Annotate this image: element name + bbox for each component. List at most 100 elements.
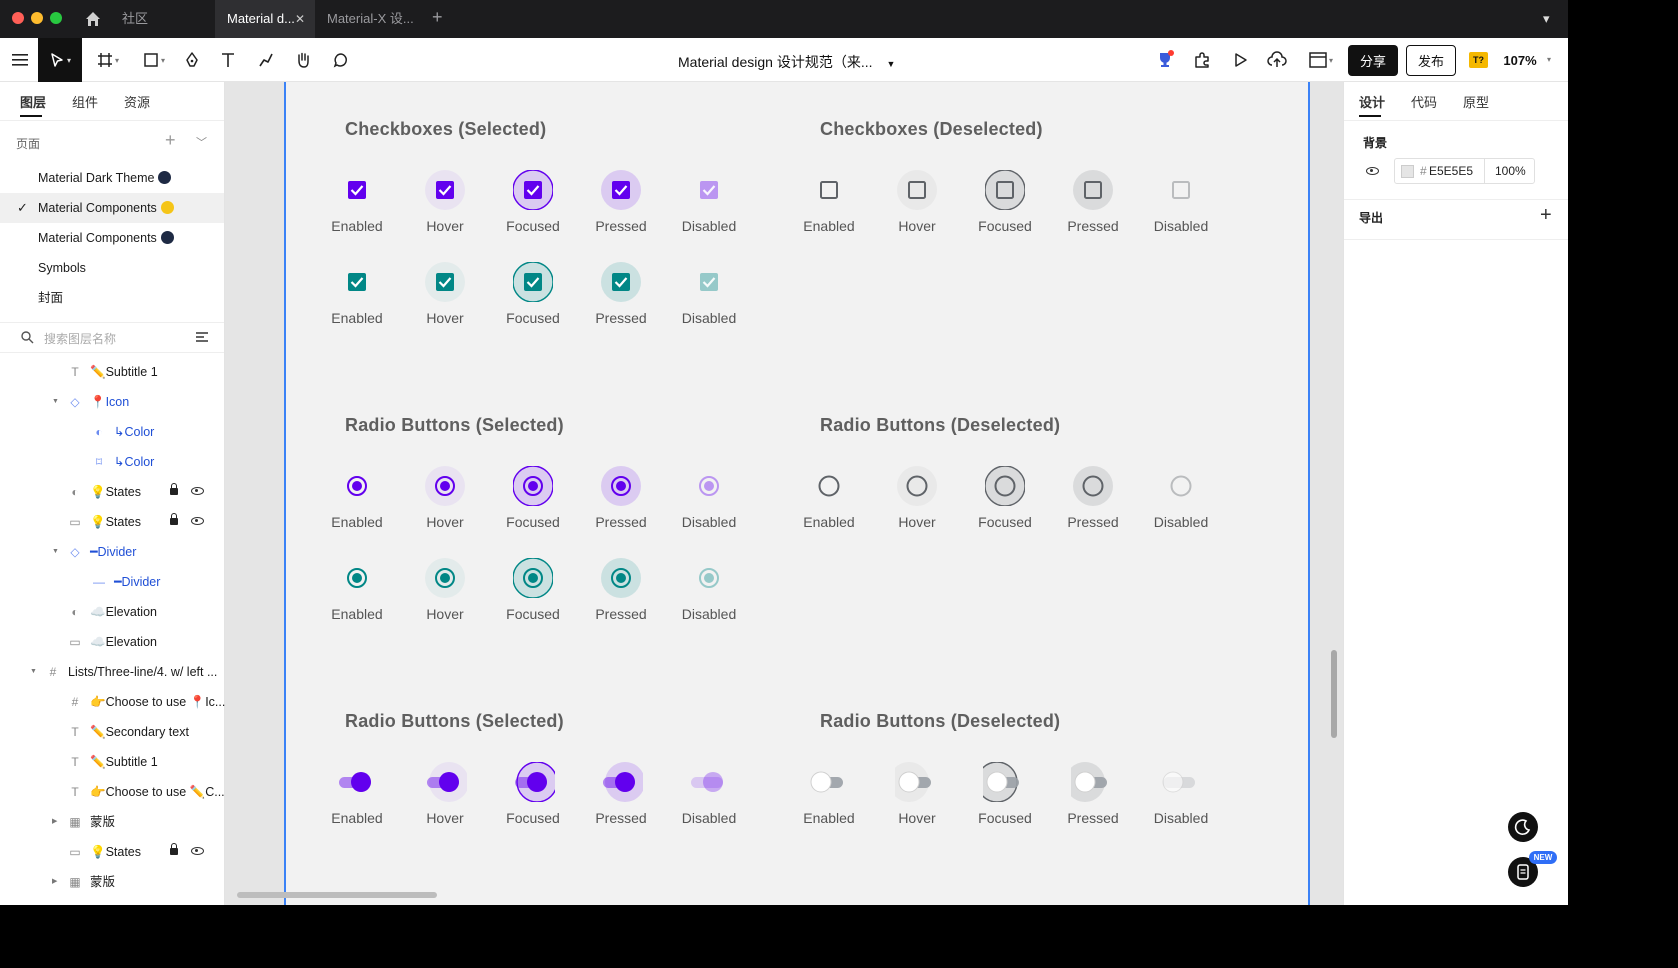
expand-toggle-icon[interactable]: ▶ (52, 807, 57, 837)
switch-off-enabled[interactable] (807, 762, 851, 802)
layer-row[interactable]: T ✏️Subtitle 1 (0, 747, 224, 777)
share-button[interactable]: 分享 (1348, 45, 1398, 76)
new-tab-button[interactable]: + (432, 7, 443, 28)
add-export-icon[interactable]: + (1540, 204, 1552, 227)
checkbox-on-focused[interactable] (513, 262, 553, 302)
upload-cloud-icon[interactable] (1266, 38, 1288, 82)
add-page-icon[interactable]: + (165, 130, 176, 151)
close-window-button[interactable] (12, 12, 24, 24)
lock-icon[interactable] (170, 483, 178, 495)
radio-on-focused[interactable] (513, 558, 553, 598)
eye-icon[interactable] (191, 487, 204, 495)
maximize-window-button[interactable] (50, 12, 62, 24)
frame-tool-button[interactable]: ▾ (92, 38, 124, 82)
color-swatch[interactable] (1401, 165, 1414, 178)
layer-row[interactable]: T ✏️Subtitle 1 (0, 357, 224, 387)
layer-row[interactable]: T 👉Choose to use ✏️C... (0, 777, 224, 807)
window-menu-icon[interactable]: ▾ (1543, 11, 1550, 27)
close-tab-icon[interactable]: ✕ (295, 0, 305, 38)
checkbox-off-disabled[interactable] (1161, 170, 1201, 210)
radio-on-pressed[interactable] (601, 558, 641, 598)
canvas[interactable]: Checkboxes (Selected) Enabled Hover Focused… (225, 82, 1343, 905)
checkbox-on-disabled[interactable] (689, 262, 729, 302)
layer-row[interactable]: — ━Divider (0, 567, 224, 597)
layer-row[interactable]: ◐ ↳Color (0, 417, 224, 447)
minimize-window-button[interactable] (31, 12, 43, 24)
radio-on-hover[interactable] (425, 558, 465, 598)
publish-button[interactable]: 发布 (1406, 45, 1456, 76)
tab-material-design[interactable]: Material d... ✕ (215, 0, 315, 38)
pencil-tool-button[interactable] (254, 38, 278, 82)
comment-tool-button[interactable] (329, 38, 353, 82)
layer-row[interactable]: ▭ 💡States (0, 837, 224, 867)
tab-material-x[interactable]: Material-X 设... (315, 0, 425, 38)
switch-on-pressed[interactable] (599, 762, 643, 802)
switch-on-hover[interactable] (423, 762, 467, 802)
layer-row[interactable]: # 👉Choose to use 📍Ic... (0, 687, 226, 717)
radio-on-enabled[interactable] (337, 558, 377, 598)
tab-layers[interactable]: 图层 (20, 92, 46, 111)
vertical-scrollbar[interactable] (1331, 650, 1337, 738)
tab-assets[interactable]: 资源 (124, 92, 150, 111)
checkbox-on-enabled[interactable] (337, 170, 377, 210)
radio-on-disabled[interactable] (689, 558, 729, 598)
filter-icon[interactable] (195, 331, 209, 346)
radio-on-disabled[interactable] (689, 466, 729, 506)
document-title[interactable]: Material design 设计规范（来... ▼ (678, 52, 895, 72)
layout-panel-button[interactable]: ▾ (1304, 38, 1338, 82)
switch-off-focused[interactable] (983, 762, 1027, 802)
horizontal-scrollbar[interactable] (237, 892, 437, 898)
layer-row[interactable]: ▼ ◇ ━Divider (0, 537, 224, 567)
radio-off-pressed[interactable] (1073, 466, 1113, 506)
shape-tool-button[interactable]: ▾ (138, 38, 170, 82)
checkbox-on-focused[interactable] (513, 170, 553, 210)
radio-off-hover[interactable] (897, 466, 937, 506)
layer-row[interactable]: ◐ 💡States (0, 477, 224, 507)
eye-icon[interactable] (191, 847, 204, 855)
play-icon[interactable] (1229, 38, 1251, 82)
eye-icon[interactable] (1366, 167, 1379, 175)
tab-community[interactable]: 社区 (110, 0, 215, 38)
lock-icon[interactable] (170, 513, 178, 525)
checkbox-on-enabled[interactable] (337, 262, 377, 302)
expand-toggle-icon[interactable]: ▼ (30, 657, 37, 687)
hand-tool-button[interactable] (291, 38, 315, 82)
expand-toggle-icon[interactable]: ▼ (52, 387, 59, 417)
layer-row[interactable]: ◐ ☁️Elevation (0, 597, 224, 627)
theme-toggle-button[interactable] (1508, 812, 1538, 842)
chevron-down-icon[interactable]: ▼ (887, 59, 896, 69)
opacity-value[interactable]: 100% (1495, 164, 1526, 178)
lock-icon[interactable] (170, 843, 178, 855)
checkbox-on-hover[interactable] (425, 170, 465, 210)
eye-icon[interactable] (191, 517, 204, 525)
switch-off-disabled[interactable] (1159, 762, 1203, 802)
hex-value[interactable]: E5E5E5 (1429, 164, 1473, 178)
checkbox-off-pressed[interactable] (1073, 170, 1113, 210)
radio-off-focused[interactable] (985, 466, 1025, 506)
switch-on-focused[interactable] (511, 762, 555, 802)
radio-off-enabled[interactable] (809, 466, 849, 506)
zoom-level[interactable]: 107% (1500, 38, 1540, 82)
radio-on-pressed[interactable] (601, 466, 641, 506)
checkbox-off-enabled[interactable] (809, 170, 849, 210)
trophy-icon[interactable] (1154, 38, 1176, 82)
tab-components[interactable]: 组件 (72, 92, 98, 111)
radio-off-disabled[interactable] (1161, 466, 1201, 506)
layer-row[interactable]: ▼ # Lists/Three-line/4. w/ left ... (0, 657, 224, 687)
tab-design[interactable]: 设计 (1359, 92, 1385, 111)
radio-on-enabled[interactable] (337, 466, 377, 506)
checkbox-on-pressed[interactable] (601, 262, 641, 302)
zoom-caret-icon[interactable]: ▾ (1547, 55, 1551, 64)
plugin-badge[interactable]: T? (1469, 52, 1488, 68)
page-item[interactable]: 封面 (0, 283, 224, 313)
pen-tool-button[interactable] (180, 38, 204, 82)
tab-prototype[interactable]: 原型 (1463, 92, 1489, 111)
switch-on-enabled[interactable] (335, 762, 379, 802)
checkbox-off-hover[interactable] (897, 170, 937, 210)
radio-on-focused[interactable] (513, 466, 553, 506)
background-color-field[interactable]: # E5E5E5 100% (1394, 158, 1535, 184)
collapse-pages-icon[interactable]: ﹀ (196, 134, 207, 150)
switch-off-hover[interactable] (895, 762, 939, 802)
expand-toggle-icon[interactable]: ▼ (52, 537, 59, 567)
layer-row[interactable]: ▼ ◇ 📍Icon (0, 387, 224, 417)
